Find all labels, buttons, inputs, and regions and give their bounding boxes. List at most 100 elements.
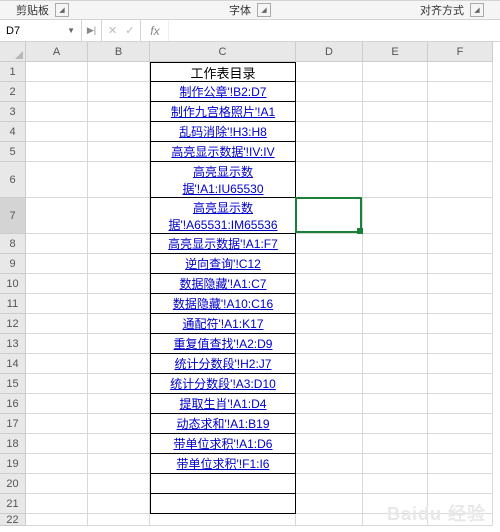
font-launcher-icon[interactable] xyxy=(257,3,271,17)
cell[interactable] xyxy=(88,198,150,234)
cell[interactable] xyxy=(363,198,428,234)
hyperlink-cell[interactable]: 通配符'!A1:K17 xyxy=(150,314,296,334)
cell[interactable] xyxy=(296,274,363,294)
cell[interactable] xyxy=(363,102,428,122)
cell[interactable] xyxy=(363,142,428,162)
row-header[interactable]: 19 xyxy=(0,454,26,474)
cell[interactable] xyxy=(26,494,88,514)
cell[interactable] xyxy=(296,414,363,434)
cell[interactable] xyxy=(26,434,88,454)
cell[interactable] xyxy=(88,314,150,334)
column-header-A[interactable]: A xyxy=(26,42,88,62)
cell[interactable] xyxy=(428,122,493,142)
cell[interactable] xyxy=(363,274,428,294)
cell[interactable] xyxy=(296,374,363,394)
cell[interactable] xyxy=(88,374,150,394)
cell[interactable] xyxy=(428,102,493,122)
cell[interactable] xyxy=(296,334,363,354)
cell[interactable] xyxy=(428,354,493,374)
cell[interactable] xyxy=(26,514,88,526)
cell[interactable] xyxy=(363,474,428,494)
enter-icon[interactable]: ✓ xyxy=(125,24,134,37)
hyperlink-cell[interactable]: 逆向查询'!C12 xyxy=(150,254,296,274)
row-header[interactable]: 18 xyxy=(0,434,26,454)
cell[interactable] xyxy=(428,142,493,162)
hyperlink-cell[interactable]: 高亮显示数据'!A65531:IM65536 xyxy=(150,198,296,234)
hyperlink-cell[interactable]: 高亮显示数据'!A1:F7 xyxy=(150,234,296,254)
cell[interactable] xyxy=(26,254,88,274)
column-header-E[interactable]: E xyxy=(363,42,428,62)
cell[interactable] xyxy=(296,234,363,254)
cell[interactable] xyxy=(26,198,88,234)
select-all-corner[interactable] xyxy=(0,42,26,62)
cell[interactable] xyxy=(88,234,150,254)
cell[interactable] xyxy=(363,254,428,274)
row-header[interactable]: 3 xyxy=(0,102,26,122)
cell[interactable] xyxy=(296,474,363,494)
cell[interactable] xyxy=(363,394,428,414)
cell[interactable] xyxy=(428,374,493,394)
cell[interactable] xyxy=(296,394,363,414)
hyperlink-cell[interactable]: 高亮显示数据'!A1:IU65530 xyxy=(150,162,296,198)
row-header[interactable]: 10 xyxy=(0,274,26,294)
cell[interactable] xyxy=(363,162,428,198)
cell[interactable] xyxy=(363,294,428,314)
hyperlink-cell[interactable]: 制作公章'!B2:D7 xyxy=(150,82,296,102)
cell[interactable] xyxy=(428,474,493,494)
cell[interactable] xyxy=(26,294,88,314)
cell[interactable] xyxy=(26,122,88,142)
cell[interactable] xyxy=(296,514,363,526)
cell[interactable] xyxy=(363,334,428,354)
column-header-C[interactable]: C xyxy=(150,42,296,62)
cell[interactable] xyxy=(26,274,88,294)
cell[interactable] xyxy=(296,142,363,162)
cell[interactable] xyxy=(363,122,428,142)
cell[interactable] xyxy=(428,254,493,274)
cell[interactable] xyxy=(26,414,88,434)
cell[interactable] xyxy=(26,314,88,334)
cell[interactable] xyxy=(26,234,88,254)
cell[interactable] xyxy=(88,254,150,274)
cell[interactable] xyxy=(88,474,150,494)
cell[interactable] xyxy=(88,62,150,82)
cell[interactable] xyxy=(428,294,493,314)
cell[interactable] xyxy=(363,314,428,334)
cell[interactable] xyxy=(88,294,150,314)
row-header[interactable]: 11 xyxy=(0,294,26,314)
row-header[interactable]: 9 xyxy=(0,254,26,274)
cell[interactable] xyxy=(296,122,363,142)
cell[interactable] xyxy=(88,394,150,414)
cell[interactable] xyxy=(428,274,493,294)
row-header[interactable]: 16 xyxy=(0,394,26,414)
cell[interactable] xyxy=(88,274,150,294)
cell[interactable] xyxy=(150,474,296,494)
cell[interactable] xyxy=(428,454,493,474)
hyperlink-cell[interactable]: 制作九宫格照片'!A1 xyxy=(150,102,296,122)
hyperlink-cell[interactable]: 统计分数段'!A3:D10 xyxy=(150,374,296,394)
row-header[interactable]: 21 xyxy=(0,494,26,514)
name-box[interactable]: D7 ▼ xyxy=(0,20,82,41)
cell[interactable] xyxy=(296,102,363,122)
cell[interactable] xyxy=(363,82,428,102)
cell[interactable] xyxy=(26,474,88,494)
cell[interactable] xyxy=(428,414,493,434)
cell[interactable] xyxy=(428,434,493,454)
hyperlink-cell[interactable]: 乱码消除'!H3:H8 xyxy=(150,122,296,142)
cell[interactable] xyxy=(296,62,363,82)
cells-area[interactable]: 工作表目录制作公章'!B2:D7制作九宫格照片'!A1乱码消除'!H3:H8高亮… xyxy=(26,62,493,526)
cell[interactable] xyxy=(26,374,88,394)
cancel-icon[interactable]: ✕ xyxy=(108,24,117,37)
cell[interactable] xyxy=(88,454,150,474)
expand-toggle-icon[interactable]: ▶| xyxy=(82,20,102,41)
cell[interactable] xyxy=(26,354,88,374)
cell[interactable] xyxy=(428,394,493,414)
cell[interactable] xyxy=(88,334,150,354)
cell[interactable] xyxy=(88,102,150,122)
cell[interactable] xyxy=(26,394,88,414)
cell[interactable] xyxy=(150,494,296,514)
row-header[interactable]: 8 xyxy=(0,234,26,254)
hyperlink-cell[interactable]: 带单位求积'!A1:D6 xyxy=(150,434,296,454)
cell[interactable] xyxy=(88,514,150,526)
cell[interactable] xyxy=(363,62,428,82)
cell[interactable] xyxy=(363,354,428,374)
